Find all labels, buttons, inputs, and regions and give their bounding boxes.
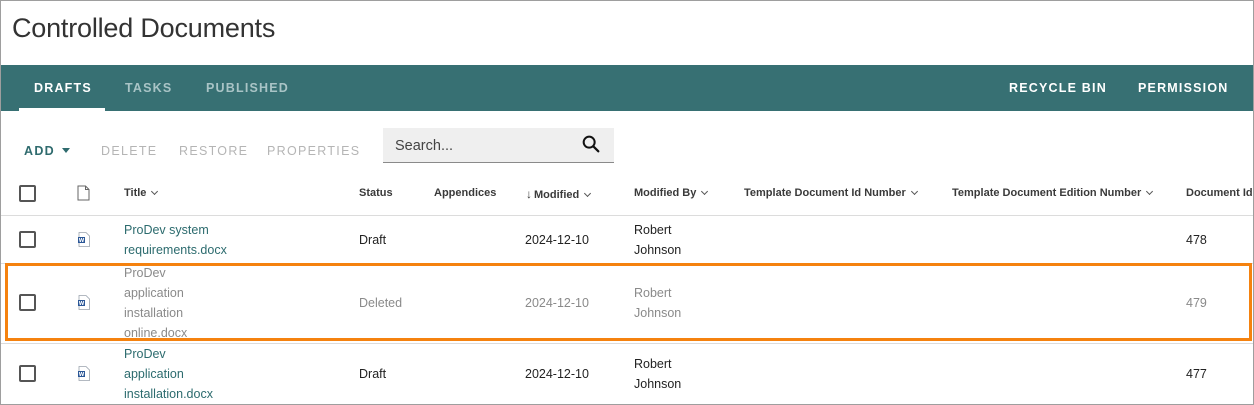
add-button-label: ADD [24,144,55,158]
page-title: Controlled Documents [12,13,276,43]
sort-down-arrow-icon: ↓ [526,187,532,201]
document-title-link[interactable]: ProDev application installation.docx [124,344,213,404]
word-document-icon: W [78,366,90,381]
title-line: application [124,367,184,381]
add-button[interactable]: ADD [24,144,70,158]
column-header-document-id[interactable]: Document Id [1186,187,1253,199]
chevron-down-icon [584,189,592,198]
column-header-status[interactable]: Status [359,187,393,199]
row-checkbox[interactable] [19,365,36,382]
document-title-link[interactable]: ProDev system requirements.docx [124,220,227,260]
word-document-icon: W [78,232,90,247]
svg-text:W: W [79,238,85,244]
modified-cell: 2024-12-10 [525,367,589,381]
chevron-down-icon [1146,187,1154,196]
column-title-label: Title [124,187,147,199]
modified-by-cell: Robert Johnson [634,354,681,394]
title-line: ProDev system [124,223,209,237]
column-header-template-edition[interactable]: Template Document Edition Number [952,187,1154,199]
column-header-modified-by[interactable]: Modified By [634,187,709,199]
column-header-modified[interactable]: ↓ Modified [526,187,592,201]
column-header-template-id[interactable]: Template Document Id Number [744,187,918,199]
recycle-bin-tab[interactable]: RECYCLE BIN [1009,65,1107,111]
modified-by-line: Johnson [634,243,682,257]
chevron-down-icon [910,187,918,196]
modified-by-line: Robert [634,357,672,371]
chevron-down-icon [701,187,709,196]
status-cell: Draft [359,233,387,247]
status-cell: Draft [359,367,387,381]
file-type-icon [77,185,90,201]
column-modified-label: Modified [534,189,580,201]
column-modified-by-label: Modified By [634,187,697,199]
active-tab-indicator [19,108,105,111]
column-header-appendices[interactable]: Appendices [434,187,496,199]
select-all-checkbox[interactable] [19,185,36,202]
app-window: Controlled Documents DRAFTS TASKS PUBLIS… [0,0,1254,405]
highlight-box [5,263,1252,341]
permission-tab[interactable]: PERMISSION [1138,65,1229,111]
tab-tasks[interactable]: TASKS [125,65,172,111]
modified-by-cell: Robert Johnson [634,220,681,260]
search-input[interactable] [395,135,575,157]
modified-cell: 2024-12-10 [525,233,589,247]
column-template-id-label: Template Document Id Number [744,187,906,199]
caret-down-icon [61,148,70,153]
tab-bar: DRAFTS TASKS PUBLISHED RECYCLE BIN PERMI… [1,65,1253,111]
delete-button[interactable]: DELETE [101,144,157,158]
header-divider [1,215,1253,216]
chevron-down-icon [151,187,159,196]
restore-button[interactable]: RESTORE [179,144,248,158]
tab-drafts[interactable]: DRAFTS [34,65,92,111]
search-icon[interactable] [580,133,602,155]
document-id-cell: 478 [1186,233,1207,247]
title-line: installation.docx [124,387,213,401]
modified-by-line: Robert [634,223,672,237]
title-line: requirements.docx [124,243,227,257]
column-header-title[interactable]: Title [124,187,159,199]
properties-button[interactable]: PROPERTIES [267,144,360,158]
title-line: ProDev [124,347,166,361]
column-template-edition-label: Template Document Edition Number [952,187,1142,199]
modified-by-line: Johnson [634,377,682,391]
svg-text:W: W [79,372,85,378]
document-id-cell: 477 [1186,367,1207,381]
tab-published[interactable]: PUBLISHED [206,65,289,111]
row-checkbox[interactable] [19,231,36,248]
